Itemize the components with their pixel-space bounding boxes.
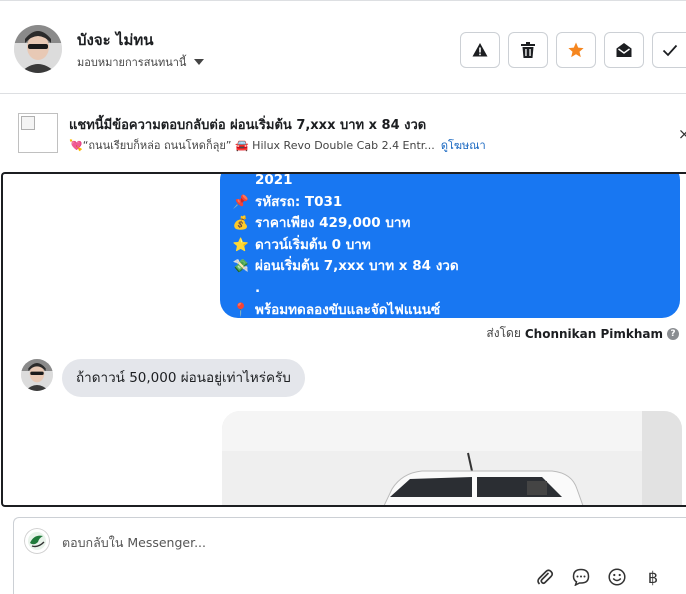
composer-tools: ฿ xyxy=(534,566,664,588)
ad-title: แชทนี้มีข้อความตอบกลับต่อ ผ่อนเริ่มต้น 7… xyxy=(69,118,427,133)
reply-input[interactable] xyxy=(62,532,622,552)
message-line: . xyxy=(232,278,668,300)
sent-by-label: ส่งโดย Chonnikan Pimkham ? xyxy=(486,324,679,343)
warning-icon xyxy=(472,43,488,57)
help-icon[interactable]: ? xyxy=(667,327,679,340)
close-icon[interactable]: × xyxy=(678,125,686,143)
attach-icon[interactable] xyxy=(534,566,556,588)
message-line-text: พร้อมทดลองขับและจัดไฟแนนซ์ xyxy=(255,301,441,318)
money-bag-icon: 💰 xyxy=(232,216,250,232)
message-line-text: 2021 xyxy=(255,172,293,188)
star-button[interactable] xyxy=(556,32,596,68)
star-icon xyxy=(568,42,584,58)
message-line-text: ราคาเพียง 429,000 บาท xyxy=(255,215,411,232)
money-wings-icon: 💸 xyxy=(232,259,250,275)
star-emoji-icon: ⭐ xyxy=(232,237,250,253)
message-line: 📌 รหัสรถ: T031 xyxy=(232,192,668,214)
chat-bubble-icon[interactable] xyxy=(570,566,592,588)
delete-button[interactable] xyxy=(508,32,548,68)
done-button[interactable] xyxy=(652,32,686,68)
outgoing-message-bubble[interactable]: 2021 📌 รหัสรถ: T031 💰 ราคาเพียง 429,000 บา… xyxy=(220,172,680,318)
sent-by-prefix: ส่งโดย xyxy=(486,326,521,340)
check-icon xyxy=(662,44,677,57)
conversation-actions xyxy=(460,32,686,68)
trash-icon xyxy=(521,42,535,58)
message-thread[interactable]: 2021 📌 รหัสรถ: T031 💰 ราคาเพียง 429,000 บา… xyxy=(1,172,686,507)
message-line: ⭐ ดาวน์เริ่มต้น 0 บาท xyxy=(232,235,668,257)
assign-conversation[interactable]: มอบหมายการสนทนานี้ xyxy=(77,53,205,71)
view-ad-link[interactable]: ดูโฆษณา xyxy=(441,136,486,154)
message-line-text: รหัสรถ: T031 xyxy=(255,193,343,210)
pushpin-icon: 📌 xyxy=(232,194,250,210)
contact-avatar-small[interactable] xyxy=(21,359,53,391)
message-line-text: ผ่อนเริ่มต้น 7,xxx บาท x 84 งวด xyxy=(255,258,459,275)
message-line: 💰 ราคาเพียง 429,000 บาท xyxy=(232,213,668,235)
contact-avatar[interactable] xyxy=(14,25,62,73)
ad-subtitle: 💘“ถนนเรียบก็หล่อ ถนนโหดก็ลุย” 🚘 Hilux Re… xyxy=(69,136,486,154)
envelope-open-icon xyxy=(616,43,632,57)
message-line: 📍 พร้อมทดลองขับและจัดไฟแนนซ์ xyxy=(232,300,668,322)
truck-photo-attachment[interactable] xyxy=(222,411,682,505)
message-line: 2021 xyxy=(232,172,668,192)
ad-referral-banner: แชทนี้มีข้อความตอบกลับต่อ ผ่อนเริ่มต้น 7… xyxy=(0,94,686,172)
assign-label[interactable]: มอบหมายการสนทนานี้ xyxy=(77,53,186,71)
message-line-text: ดาวน์เริ่มต้น 0 บาท xyxy=(255,236,371,253)
message-line: 💸 ผ่อนเริ่มต้น 7,xxx บาท x 84 งวด xyxy=(232,256,668,278)
ad-thumbnail-image[interactable] xyxy=(18,113,58,153)
sender-name: Chonnikan Pimkham xyxy=(524,326,663,341)
page-avatar xyxy=(24,528,50,554)
chevron-down-icon[interactable] xyxy=(194,59,205,65)
incoming-message-bubble[interactable]: ถ้าดาวน์ 50,000 ผ่อนอยู่เท่าไหร่ครับ xyxy=(62,359,305,397)
reply-composer: ฿ xyxy=(13,517,686,594)
baht-icon[interactable]: ฿ xyxy=(642,566,664,588)
conversation-header: บังจะ ไม่ทน มอบหมายการสนทนานี้ xyxy=(0,0,686,94)
round-pushpin-icon: 📍 xyxy=(232,302,250,318)
spam-button[interactable] xyxy=(460,32,500,68)
contact-name[interactable]: บังจะ ไม่ทน xyxy=(77,28,154,52)
mark-unread-button[interactable] xyxy=(604,32,644,68)
emoji-icon[interactable] xyxy=(606,566,628,588)
ad-subtitle-text: 💘“ถนนเรียบก็หล่อ ถนนโหดก็ลุย” 🚘 Hilux Re… xyxy=(69,139,435,152)
message-line-text: . xyxy=(255,279,261,296)
